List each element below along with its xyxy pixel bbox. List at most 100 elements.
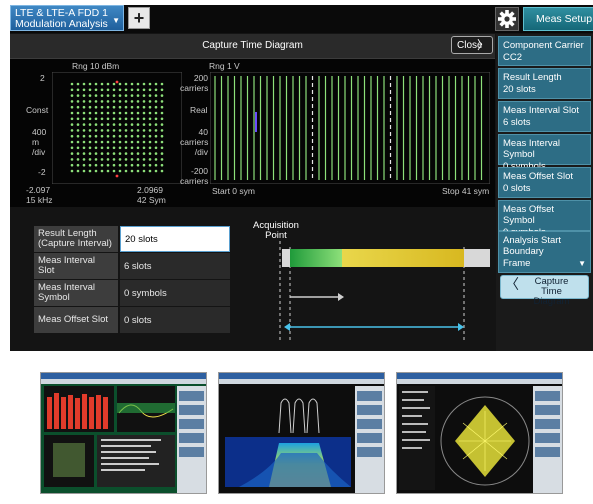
constellation-point — [160, 111, 164, 115]
constellation-point — [112, 100, 116, 103]
softkey[interactable]: Result Length 20 slots — [498, 68, 591, 99]
param-row[interactable]: Meas Interval Slot 6 slots — [34, 253, 230, 280]
settings-button[interactable] — [495, 7, 519, 31]
constellation-point — [148, 146, 152, 150]
constellation-point — [142, 123, 146, 126]
param-label: Meas Offset Slot — [34, 307, 118, 333]
constellation-point — [130, 111, 134, 115]
thumbnail-spectrogram[interactable] — [218, 372, 385, 494]
constellation-point — [136, 117, 140, 121]
constellation-point — [106, 117, 110, 121]
constellation-point — [124, 100, 128, 103]
constellation-point — [142, 117, 146, 121]
param-value[interactable]: 0 slots — [120, 307, 230, 333]
constellation-point — [112, 158, 116, 161]
plots-area: Rng 10 dBm 2 Const 400 m /div -2 -2.097 … — [10, 59, 495, 207]
constellation-point — [94, 152, 98, 155]
constellation-point — [154, 134, 158, 138]
constellation-point — [130, 140, 134, 144]
constellation-point — [94, 146, 98, 150]
constellation-point — [136, 152, 140, 155]
constellation-point — [160, 152, 164, 155]
constellation-point — [88, 169, 92, 173]
time-plot-frame — [210, 72, 490, 184]
constellation-reference-point — [115, 174, 119, 178]
constellation-point — [148, 129, 152, 132]
constellation-point — [106, 129, 110, 132]
meas-setup-tab[interactable]: Meas Setup — [523, 7, 593, 31]
constellation-point — [148, 152, 152, 155]
analysis-start-boundary-key[interactable]: Analysis Start Boundary Frame ▼ — [498, 231, 591, 273]
constellation-point — [118, 163, 122, 167]
time-y-bottom: -200 carriers — [180, 166, 208, 186]
softkey-value: 6 slots — [503, 117, 531, 128]
constellation-point — [82, 94, 86, 97]
constellation-point — [130, 158, 134, 161]
constellation-point — [130, 152, 134, 155]
constellation-point — [142, 129, 146, 132]
constellation-point — [94, 163, 98, 167]
capture-settings-area: Result Length (Capture Interval) 20 slots… — [10, 207, 495, 351]
constellation-point — [118, 94, 122, 97]
param-row[interactable]: Result Length (Capture Interval) 20 slots — [34, 226, 230, 253]
thumbnail-constellation[interactable] — [396, 372, 563, 494]
measurement-tab[interactable]: LTE & LTE-A FDD 1 Modulation Analysis ▼ — [10, 5, 124, 31]
thumbnail-constellation-image — [397, 373, 562, 493]
param-value[interactable]: 20 slots — [120, 226, 230, 252]
constellation-point — [70, 134, 74, 138]
constellation-point — [82, 105, 86, 109]
time-x-start: Start 0 sym — [212, 186, 255, 196]
constellation-point — [94, 169, 98, 173]
constellation-point — [112, 129, 116, 132]
constellation-point — [130, 105, 134, 109]
softkey[interactable]: Meas Offset Slot 0 slots — [498, 167, 591, 198]
constellation-point — [136, 158, 140, 161]
constellation-point — [70, 140, 74, 144]
panel-title-bar: Capture Time Diagram Close 〉 — [10, 34, 495, 59]
constellation-point — [100, 134, 104, 138]
constellation-point — [76, 146, 80, 150]
constellation-point — [148, 158, 152, 161]
constellation-point — [142, 146, 146, 150]
time-domain-trace — [210, 72, 490, 184]
constellation-point — [100, 88, 104, 92]
constellation-point — [124, 140, 128, 144]
param-value[interactable]: 6 slots — [120, 253, 230, 279]
constellation-point — [154, 146, 158, 150]
constellation-point — [118, 82, 122, 86]
constellation-point — [160, 134, 164, 138]
constellation-point — [88, 105, 92, 109]
constellation-point — [130, 163, 134, 167]
dropdown-arrow-icon[interactable]: ▼ — [112, 15, 120, 26]
softkey[interactable]: Meas Interval Slot 6 slots — [498, 101, 591, 132]
param-row[interactable]: Meas Offset Slot 0 slots — [34, 307, 230, 334]
constellation-point — [100, 100, 104, 103]
time-y-scale: 40 carriers /div — [180, 127, 208, 157]
constellation-point — [112, 123, 116, 126]
softkey[interactable]: Meas Offset Symbol0 symbols — [498, 200, 591, 238]
param-value[interactable]: 0 symbols — [120, 280, 230, 306]
constellation-point — [136, 169, 140, 173]
constellation-point — [70, 100, 74, 103]
add-screen-button[interactable]: + — [128, 7, 150, 29]
constellation-point — [94, 82, 98, 86]
component-carrier-key[interactable]: Component Carrier CC2 — [498, 36, 591, 66]
constellation-point — [154, 152, 158, 155]
constellation-point — [130, 129, 134, 132]
constellation-point — [124, 163, 128, 167]
capture-time-diagram-button[interactable]: 〈 Capture Time Diagram — [500, 275, 589, 307]
close-button[interactable]: Close 〉 — [451, 36, 493, 54]
constellation-point — [76, 94, 80, 97]
thumbnail-multi-view[interactable] — [40, 372, 207, 494]
softkey-label: Meas Offset Symbol — [503, 204, 555, 226]
param-row[interactable]: Meas Interval Symbol 0 symbols — [34, 280, 230, 307]
constellation-point — [100, 123, 104, 126]
constellation-point — [136, 88, 140, 92]
result-length-bar — [342, 249, 464, 267]
softkey-value: 20 slots — [503, 84, 536, 95]
arrow-head-icon — [284, 323, 290, 331]
constellation-point — [112, 88, 116, 92]
constellation-point — [100, 117, 104, 121]
constellation-point — [112, 152, 116, 155]
softkey[interactable]: Meas Interval Symbol0 symbols — [498, 134, 591, 172]
